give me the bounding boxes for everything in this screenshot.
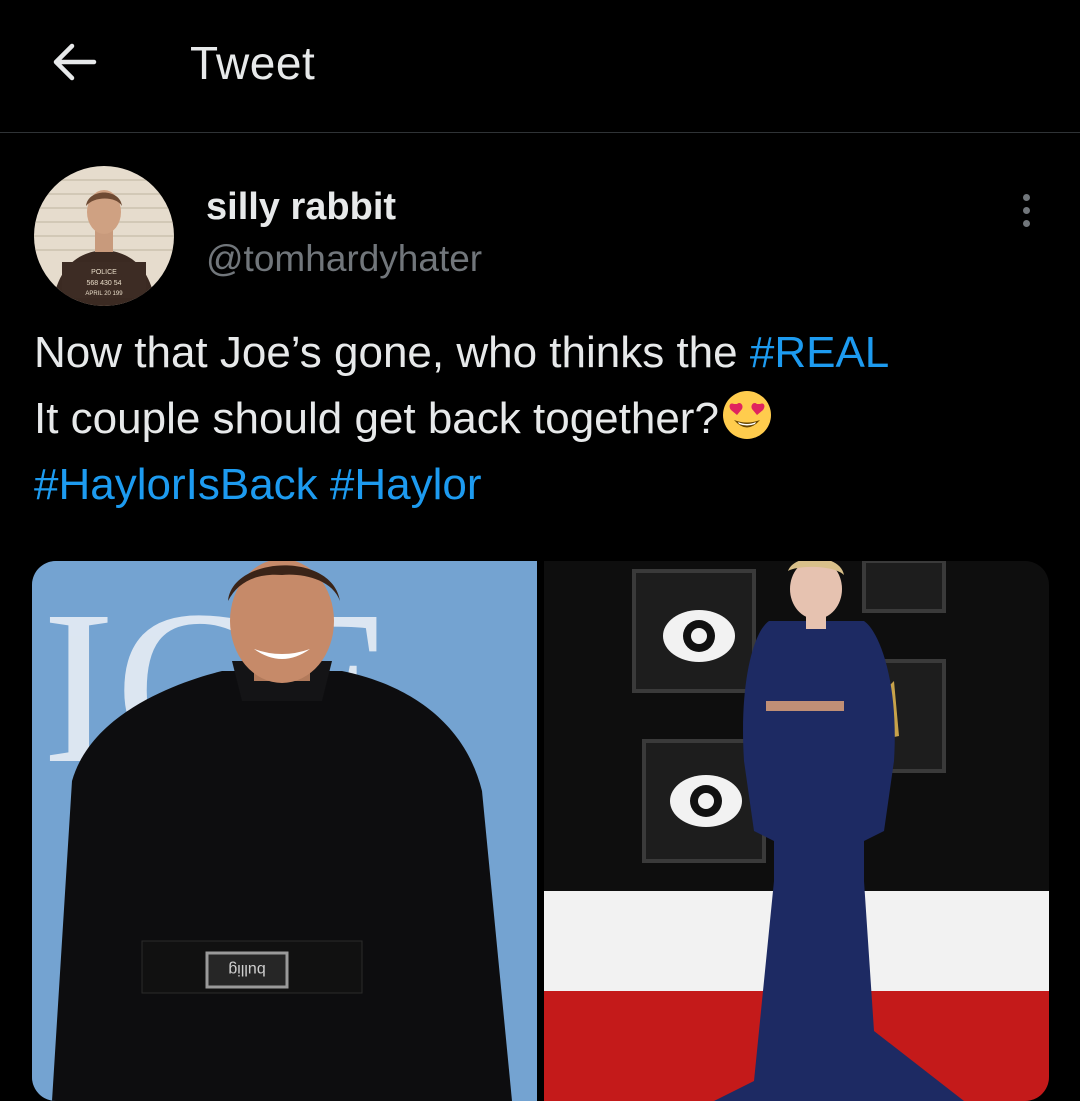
photo-woman-navy-gown <box>544 561 1049 1101</box>
hashtag-haylorisback[interactable]: #HaylorIsBack <box>34 460 318 509</box>
tweet-text-segment: It couple should get back together? <box>34 394 719 443</box>
placard-line-1: POLICE <box>91 269 117 276</box>
tweet-line-2: It couple should get back together? <box>34 386 1054 452</box>
media-image-1[interactable]: ICE bullig <box>32 561 537 1101</box>
author-display-name[interactable]: silly rabbit <box>206 186 396 229</box>
placard-line-2: 568 430 54 <box>86 280 121 287</box>
tweet-text-segment: Now that Joe’s gone, who thinks the <box>34 328 750 377</box>
page-title: Tweet <box>190 37 316 89</box>
hashtag-haylor[interactable]: #Haylor <box>330 460 482 509</box>
tweet-line-1: Now that Joe’s gone, who thinks the #REA… <box>34 320 1054 386</box>
more-vertical-icon-dot <box>1022 206 1030 214</box>
heart-eyes-emoji-icon <box>722 391 771 439</box>
avatar-image: POLICE 568 430 54 APRIL 20 199 <box>34 166 174 306</box>
more-vertical-icon-dot <box>1022 219 1030 227</box>
avatar[interactable]: POLICE 568 430 54 APRIL 20 199 <box>34 166 174 306</box>
more-options-button[interactable] <box>1006 188 1046 232</box>
hashtag-real[interactable]: #REAL <box>750 328 889 377</box>
photo-man-black-suit: ICE bullig <box>32 561 537 1101</box>
more-vertical-icon-dot <box>1022 193 1030 201</box>
tweet-line-3: #HaylorIsBack #Haylor <box>34 452 1054 518</box>
media-image-2[interactable] <box>544 561 1049 1101</box>
belt-buckle-text: bullig <box>228 961 265 978</box>
tweet-text: Now that Joe’s gone, who thinks the #REA… <box>34 320 1054 518</box>
media-grid: ICE bullig <box>32 561 1049 1101</box>
back-button[interactable] <box>44 34 104 90</box>
arrow-left-icon <box>53 43 97 81</box>
placard-line-3: APRIL 20 199 <box>85 291 123 297</box>
top-bar: Tweet <box>0 0 1080 133</box>
author-handle[interactable]: @tomhardyhater <box>206 238 482 280</box>
